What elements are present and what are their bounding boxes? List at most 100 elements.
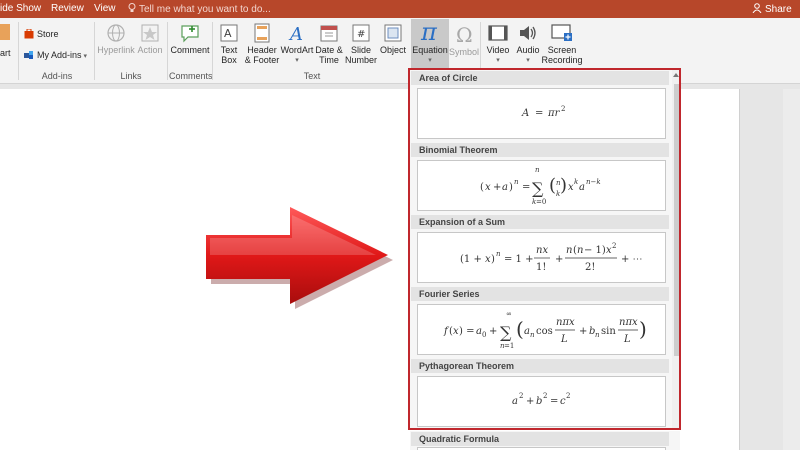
star-action-icon — [141, 24, 159, 42]
svg-text:nπx: nπx — [556, 317, 575, 328]
svg-text:0: 0 — [482, 331, 486, 339]
action-label: Action — [137, 45, 163, 55]
svg-text:=0: =0 — [536, 198, 546, 206]
date-time-label-2: Time — [319, 55, 339, 65]
tab-review[interactable]: Review — [51, 3, 84, 14]
ribbon-tab-bar: ide Show Review View Tell me what you wa… — [0, 0, 800, 18]
share-button[interactable]: Share — [752, 3, 792, 15]
screen-recording-button[interactable]: Screen Recording — [541, 23, 583, 65]
equation-gallery: Area of Circle A = πr 2 Binomial Theorem… — [408, 68, 681, 430]
red-arrow-icon — [206, 207, 393, 309]
vertical-scrollbar[interactable] — [783, 89, 800, 450]
svg-text:a: a — [502, 182, 508, 193]
eq-pythagorean[interactable]: a2 + b2 = c2 — [417, 376, 666, 427]
slide-number-icon: # — [352, 24, 370, 42]
slide-number-label-2: Number — [344, 55, 377, 65]
chevron-down-icon: ▾ — [526, 57, 530, 64]
action-button[interactable]: Action — [136, 23, 164, 55]
eq-heading-expansion: Expansion of a Sum — [411, 215, 669, 229]
svg-text:+: + — [555, 254, 563, 265]
eq-heading-binomial: Binomial Theorem — [411, 143, 669, 157]
omega-icon: Ω — [456, 23, 473, 45]
gallery-overflow: Quadratic Formula — [410, 431, 680, 450]
eq-expansion[interactable]: (1 + x) n = 1 + nx 1! + n(n − 1) x 2 2! + ⋯ — [417, 232, 666, 283]
pi-icon: π — [420, 19, 438, 43]
svg-text:∑: ∑ — [532, 179, 544, 198]
svg-text:x: x — [485, 182, 491, 193]
svg-text:a: a — [512, 396, 518, 407]
text-box-button[interactable]: A Text Box — [216, 23, 242, 65]
eq-heading-pythagorean: Pythagorean Theorem — [411, 359, 669, 373]
svg-text:(: ( — [516, 317, 524, 341]
svg-text:πr: πr — [547, 108, 561, 119]
tab-slide-show[interactable]: ide Show — [0, 3, 41, 14]
symbol-button[interactable]: Ω Symbol — [449, 23, 479, 57]
eq-area-circle[interactable]: A = πr 2 — [417, 88, 666, 139]
addins-group-label: Add-ins — [41, 71, 73, 81]
links-group-label: Links — [120, 71, 142, 81]
object-icon — [384, 24, 402, 42]
equation-button[interactable]: π Equation ▾ — [411, 19, 449, 69]
eq-area-circle-formula: A = πr 2 — [521, 105, 565, 119]
smartart-button[interactable]: art — [0, 48, 14, 58]
text-box-label-1: Text — [220, 45, 238, 55]
svg-text:π: π — [420, 19, 438, 43]
svg-text:(: ( — [549, 175, 556, 196]
svg-text:2: 2 — [612, 242, 616, 250]
eq-heading-quadratic: Quadratic Formula — [411, 432, 669, 446]
store-button[interactable]: Store — [24, 28, 94, 39]
eq-fourier[interactable]: f(x) = a0 + ∞ ∑ n =1 ( an cos nπx L + bn … — [417, 304, 666, 355]
header-footer-button[interactable]: Header & Footer — [243, 23, 281, 65]
gallery-scrollbar[interactable] — [672, 70, 679, 428]
eq-pythagorean-formula: a2 + b2 = c2 — [512, 392, 570, 407]
eq-binomial-formula: (x + a) n = n ∑ k =0 ( n k ) xk a n−k — [480, 166, 601, 206]
svg-text:(: ( — [480, 182, 484, 193]
tell-me-search[interactable]: Tell me what you want to do... — [128, 3, 271, 15]
svg-text:+: + — [526, 396, 534, 407]
svg-text:1!: 1! — [536, 262, 546, 273]
eq-binomial[interactable]: (x + a) n = n ∑ k =0 ( n k ) xk a n−k — [417, 160, 666, 211]
svg-text:L: L — [623, 334, 631, 345]
globe-link-icon — [107, 24, 125, 42]
gallery-scroll-thumb[interactable] — [674, 84, 679, 356]
svg-text:2: 2 — [566, 392, 570, 400]
slide-number-label-1: Slide — [350, 45, 371, 55]
audio-button[interactable]: Audio ▾ — [513, 23, 543, 66]
text-group-label: Text — [303, 71, 321, 81]
svg-text:n: n — [535, 166, 540, 174]
object-button[interactable]: Object — [377, 23, 409, 55]
text-box-icon: A — [220, 24, 238, 42]
eq-expansion-formula: (1 + x) n = 1 + nx 1! + n(n − 1) x 2 2! + ⋯ — [460, 242, 643, 273]
svg-text:∞: ∞ — [506, 310, 512, 318]
hyperlink-label: Hyperlink — [97, 45, 135, 55]
person-icon — [752, 3, 762, 13]
wordart-button[interactable]: A WordArt ▾ — [280, 23, 314, 66]
svg-text:n: n — [496, 250, 501, 258]
svg-text:+: + — [579, 326, 587, 337]
wordart-icon: A — [288, 24, 303, 43]
svg-text:n: n — [566, 245, 572, 256]
header-footer-label-1: Header — [247, 45, 277, 55]
svg-text:A: A — [521, 108, 529, 119]
equation-label: Equation — [412, 45, 448, 55]
speaker-icon — [520, 26, 536, 40]
slide-number-button[interactable]: # Slide Number — [344, 23, 378, 65]
svg-text:n: n — [514, 178, 519, 186]
chevron-down-icon: ▾ — [428, 57, 432, 64]
eq-fourier-formula: f(x) = a0 + ∞ ∑ n =1 ( an cos nπx L + bn … — [443, 310, 647, 350]
comment-label: Comment — [170, 45, 210, 55]
separator — [167, 22, 168, 80]
svg-text:n: n — [577, 245, 583, 256]
svg-text:∑: ∑ — [500, 323, 512, 342]
svg-text:cos: cos — [536, 326, 553, 337]
film-icon — [488, 25, 508, 41]
scroll-up-icon[interactable] — [673, 73, 679, 77]
date-time-button[interactable]: Date & Time — [313, 23, 345, 65]
tab-view[interactable]: View — [94, 3, 116, 14]
svg-text:a: a — [579, 182, 585, 193]
svg-text:2: 2 — [543, 392, 547, 400]
my-addins-button[interactable]: My Add-ins ▾ — [24, 50, 96, 62]
hyperlink-button[interactable]: Hyperlink — [97, 23, 135, 55]
comment-button[interactable]: Comment — [169, 23, 211, 55]
video-button[interactable]: Video ▾ — [483, 23, 513, 66]
